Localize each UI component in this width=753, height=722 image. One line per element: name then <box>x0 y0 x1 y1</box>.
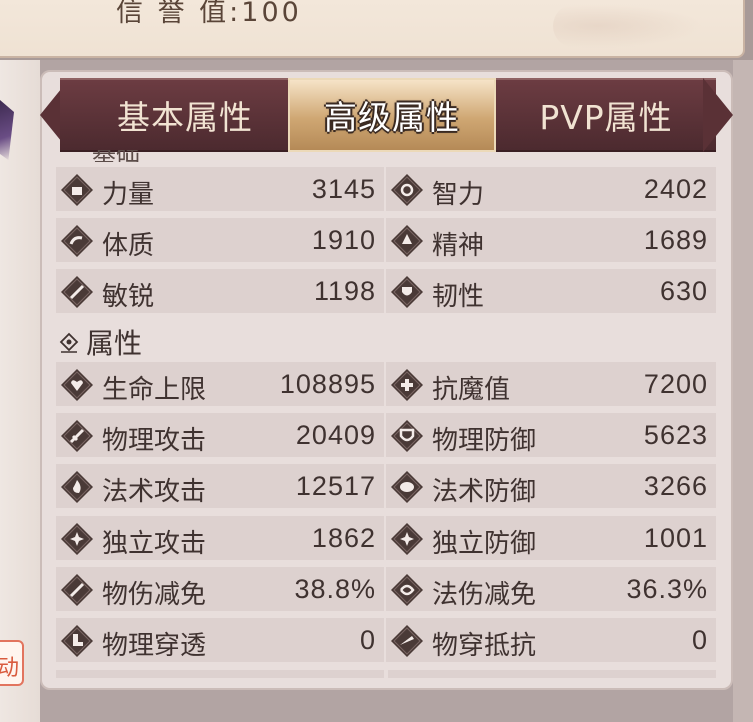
stat-label: 智力 <box>432 180 485 210</box>
left-side-strip <box>0 60 40 722</box>
spirit-icon <box>390 224 424 258</box>
star-shield-icon <box>390 522 424 556</box>
stat-value: 3266 <box>643 471 708 502</box>
reputation-text: 信 誉 值:100 <box>116 0 302 28</box>
stat-label: 法术攻击 <box>102 477 207 508</box>
stat-value: 1910 <box>311 225 376 256</box>
stat-label: 独立防御 <box>432 528 537 559</box>
stat-item[interactable]: 物穿抵抗 0 <box>386 618 716 662</box>
stat-label: 物理防御 <box>432 426 537 457</box>
stat-item[interactable]: 生命上限 108895 <box>56 362 384 406</box>
stat-label: 物伤减免 <box>102 579 207 610</box>
stat-label: 生命上限 <box>102 375 207 405</box>
tab-right-arrow-icon[interactable] <box>703 78 733 152</box>
stat-value: 1862 <box>311 522 376 553</box>
stat-value: 20409 <box>295 420 376 451</box>
stat-label: 物理攻击 <box>102 426 207 457</box>
blade-resist-icon <box>390 624 424 658</box>
diamond-eye-icon <box>59 332 79 353</box>
quill-icon <box>60 275 94 309</box>
stat-item[interactable]: 独立防御 1001 <box>386 516 716 560</box>
stat-label: 体质 <box>102 231 155 262</box>
stat-value: 0 <box>359 625 376 655</box>
stat-value: 0 <box>691 625 708 655</box>
attribute-tabs: 基本属性 高级属性 PVP属性 <box>40 78 733 152</box>
tab-advanced-attributes[interactable]: 高级属性 <box>288 78 496 152</box>
stat-value: 1198 <box>313 276 376 307</box>
attributes-section-title: 属性 <box>86 327 143 360</box>
stat-item[interactable]: 精神 1689 <box>386 218 716 262</box>
flame-icon <box>60 470 94 504</box>
stat-value: 108895 <box>279 369 376 399</box>
shield-heart-icon <box>390 275 424 309</box>
stat-label: 物理穿透 <box>102 631 207 661</box>
shield-icon <box>390 419 424 453</box>
stat-label: 独立攻击 <box>102 528 207 559</box>
stat-label: 力量 <box>102 180 155 210</box>
stat-value: 1689 <box>643 225 708 256</box>
stat-label: 法伤减免 <box>432 579 537 610</box>
stat-label: 物穿抵抗 <box>432 631 537 661</box>
stat-label: 韧性 <box>432 282 485 313</box>
mind-icon <box>390 173 424 207</box>
side-action-button[interactable]: 动 <box>0 640 24 686</box>
plus-shield-icon <box>390 368 424 402</box>
broken-heart-icon <box>60 368 94 402</box>
stat-item[interactable]: 物理防御 5623 <box>386 413 716 457</box>
next-row-clipped <box>56 670 716 678</box>
tab-basic-attributes[interactable]: 基本属性 <box>60 78 310 152</box>
stat-item[interactable]: 韧性 630 <box>386 269 716 313</box>
stat-item[interactable]: 物伤减免 38.8% <box>56 567 384 611</box>
stat-value: 1001 <box>643 522 708 553</box>
stat-item[interactable]: 智力 2402 <box>386 167 716 211</box>
stat-value: 3145 <box>311 174 376 204</box>
right-side-strip <box>733 60 753 722</box>
stat-value: 630 <box>659 276 708 307</box>
stat-label: 抗魔值 <box>432 375 511 405</box>
magic-reduction-icon <box>390 573 424 607</box>
sword-reduction-icon <box>60 573 94 607</box>
cloud-swirl-decoration <box>553 4 703 48</box>
stat-value: 7200 <box>643 369 708 399</box>
stat-item[interactable]: 物理攻击 20409 <box>56 413 384 457</box>
stat-value: 2402 <box>643 174 708 204</box>
stat-item[interactable]: 独立攻击 1862 <box>56 516 384 560</box>
stat-item[interactable]: 法术攻击 12517 <box>56 464 384 508</box>
magic-shield-icon <box>390 470 424 504</box>
fist-icon <box>60 173 94 207</box>
stat-value: 36.3% <box>626 573 708 604</box>
base-section-title: 基础 <box>92 150 162 162</box>
stat-value: 5623 <box>643 420 708 451</box>
stat-item[interactable]: 法伤减免 36.3% <box>386 567 716 611</box>
stat-item[interactable]: 抗魔值 7200 <box>386 362 716 406</box>
stat-item[interactable]: 法术防御 3266 <box>386 464 716 508</box>
sword-icon <box>60 419 94 453</box>
star-burst-icon <box>60 522 94 556</box>
stat-item[interactable]: 体质 1910 <box>56 218 384 262</box>
stat-item[interactable]: 敏锐 1198 <box>56 269 384 313</box>
attributes-section-header: 属性 <box>58 322 142 362</box>
stat-label: 精神 <box>432 231 485 262</box>
reputation-panel: 信 誉 值:100 <box>0 0 745 58</box>
boot-icon <box>60 624 94 658</box>
stat-item[interactable]: 物理穿透 0 <box>56 618 384 662</box>
stat-label: 敏锐 <box>102 282 155 313</box>
stat-value: 38.8% <box>294 573 376 604</box>
stat-item[interactable]: 力量 3145 <box>56 167 384 211</box>
stat-value: 12517 <box>295 471 376 502</box>
tab-pvp-attributes[interactable]: PVP属性 <box>496 78 716 152</box>
stat-label: 法术防御 <box>432 477 537 508</box>
arm-icon <box>60 224 94 258</box>
